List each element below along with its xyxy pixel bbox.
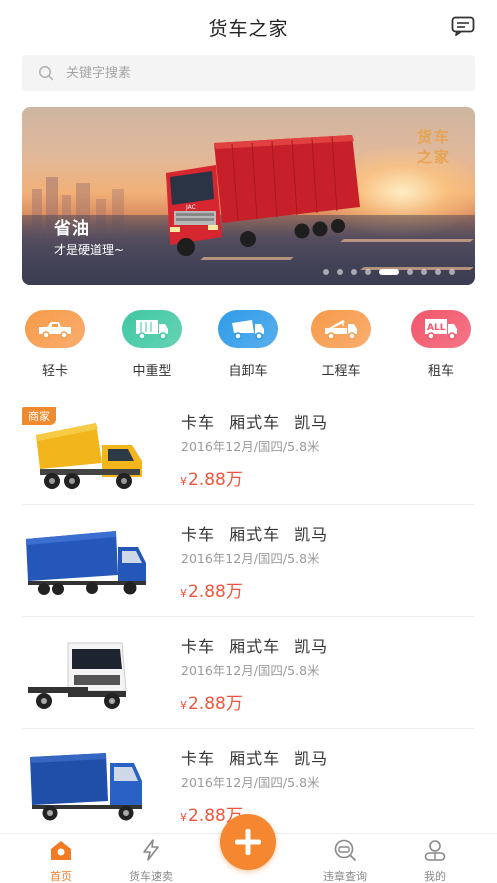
- truck-brand-text: JAC: [185, 204, 196, 211]
- listing-title: 卡车 厢式车 凯马: [181, 637, 329, 656]
- message-icon[interactable]: [451, 16, 475, 36]
- tab-quick-sell[interactable]: 货车速卖: [106, 838, 196, 883]
- brand-line-1: 货车: [416, 128, 451, 146]
- lightning-icon: [143, 839, 159, 861]
- violation-query-icon: [334, 839, 356, 861]
- tab-home-label: 首页: [50, 870, 72, 883]
- category-label: 轻卡: [41, 364, 68, 379]
- listing-item[interactable]: 卡车 厢式车 凯马 2016年12月/国四/5.8米 ¥2.88万: [0, 617, 497, 729]
- home-icon: [51, 841, 71, 860]
- rental-truck-icon: ALL: [411, 310, 471, 348]
- tab-mine-label: 我的: [424, 870, 446, 883]
- crane-truck-icon: [311, 310, 371, 348]
- category-dump-truck[interactable]: 自卸车: [213, 310, 283, 379]
- pagination-dot[interactable]: [337, 269, 343, 275]
- listing-price: ¥2.88万: [180, 465, 243, 490]
- tab-mine[interactable]: 我的: [390, 838, 480, 883]
- truck-thumbnail: [22, 741, 150, 831]
- post-button[interactable]: [220, 814, 276, 870]
- currency-symbol: ¥: [180, 587, 187, 600]
- currency-symbol: ¥: [180, 811, 187, 824]
- listing-price: ¥2.88万: [180, 689, 243, 714]
- currency-symbol: ¥: [180, 475, 187, 488]
- category-label: 中重型: [132, 364, 172, 379]
- banner-subline: 才是硬道理~: [54, 243, 125, 257]
- pagination-dot[interactable]: [449, 269, 455, 275]
- merchant-badge: 商家: [22, 407, 56, 425]
- search-icon: [39, 66, 54, 81]
- listing-item[interactable]: 商家 卡车 厢式车 凯马 2016年12月/国四/5.8米 ¥2.88万: [0, 393, 497, 505]
- brand-line-2: 之家: [416, 148, 451, 166]
- banner-pagination[interactable]: [323, 269, 455, 275]
- bottom-tab-bar: 首页 货车速卖 违章查询 我的: [0, 814, 497, 883]
- svg-text:ALL: ALL: [427, 323, 446, 333]
- listing-title: 卡车 厢式车 凯马: [181, 525, 329, 544]
- listing-item[interactable]: 卡车 厢式车 凯马 2016年12月/国四/5.8米 ¥2.88万: [0, 505, 497, 617]
- listing-title: 卡车 厢式车 凯马: [181, 413, 329, 432]
- tab-home[interactable]: 首页: [16, 838, 106, 883]
- currency-symbol: ¥: [180, 699, 187, 712]
- price-value: 2.88万: [188, 582, 243, 602]
- pagination-dot[interactable]: [407, 269, 413, 275]
- promo-banner[interactable]: JAC 货车 之家 省油 才是硬道理~: [22, 107, 475, 285]
- price-value: 2.88万: [188, 694, 243, 714]
- tab-violation-query[interactable]: 违章查询: [300, 838, 390, 883]
- category-rental-truck[interactable]: ALL 租车: [406, 310, 476, 379]
- light-truck-icon: [25, 310, 85, 348]
- search-bar[interactable]: [22, 55, 475, 91]
- category-label: 自卸车: [228, 364, 268, 379]
- truck-thumbnail: [22, 629, 150, 719]
- page-title: 货车之家: [208, 18, 289, 40]
- listing-meta: 2016年12月/国四/5.8米: [181, 775, 320, 790]
- category-row: 轻卡 中重型 自卸车 工程车 ALL 租车: [0, 310, 497, 380]
- listing-meta: 2016年12月/国四/5.8米: [181, 551, 320, 566]
- pagination-dot[interactable]: [365, 269, 371, 275]
- pagination-dot[interactable]: [435, 269, 441, 275]
- tab-violation-label: 违章查询: [323, 870, 367, 883]
- box-truck-icon: [122, 310, 182, 348]
- banner-brand-mark: 货车 之家: [417, 127, 451, 167]
- pagination-dot[interactable]: [323, 269, 329, 275]
- listing-meta: 2016年12月/国四/5.8米: [181, 663, 320, 678]
- category-label: 工程车: [321, 364, 361, 379]
- category-label: 租车: [427, 364, 454, 379]
- banner-headline: 省油: [54, 219, 90, 239]
- category-light-truck[interactable]: 轻卡: [20, 310, 90, 379]
- app-header: 货车之家: [0, 0, 497, 52]
- listing-title: 卡车 厢式车 凯马: [181, 749, 329, 768]
- pagination-dot[interactable]: [421, 269, 427, 275]
- pagination-dot[interactable]: [351, 269, 357, 275]
- search-input[interactable]: [66, 55, 456, 91]
- plus-icon: [235, 829, 261, 855]
- pagination-dot[interactable]: [379, 269, 399, 275]
- banner-truck-image: JAC: [166, 135, 360, 256]
- category-crane-truck[interactable]: 工程车: [306, 310, 376, 379]
- category-box-truck[interactable]: 中重型: [117, 310, 187, 379]
- truck-thumbnail: [22, 517, 150, 607]
- listing-meta: 2016年12月/国四/5.8米: [181, 439, 320, 454]
- dump-truck-icon: [218, 310, 278, 348]
- listing-price: ¥2.88万: [180, 577, 243, 602]
- price-value: 2.88万: [188, 470, 243, 490]
- tab-quick-sell-label: 货车速卖: [129, 870, 173, 883]
- user-icon: [424, 840, 446, 861]
